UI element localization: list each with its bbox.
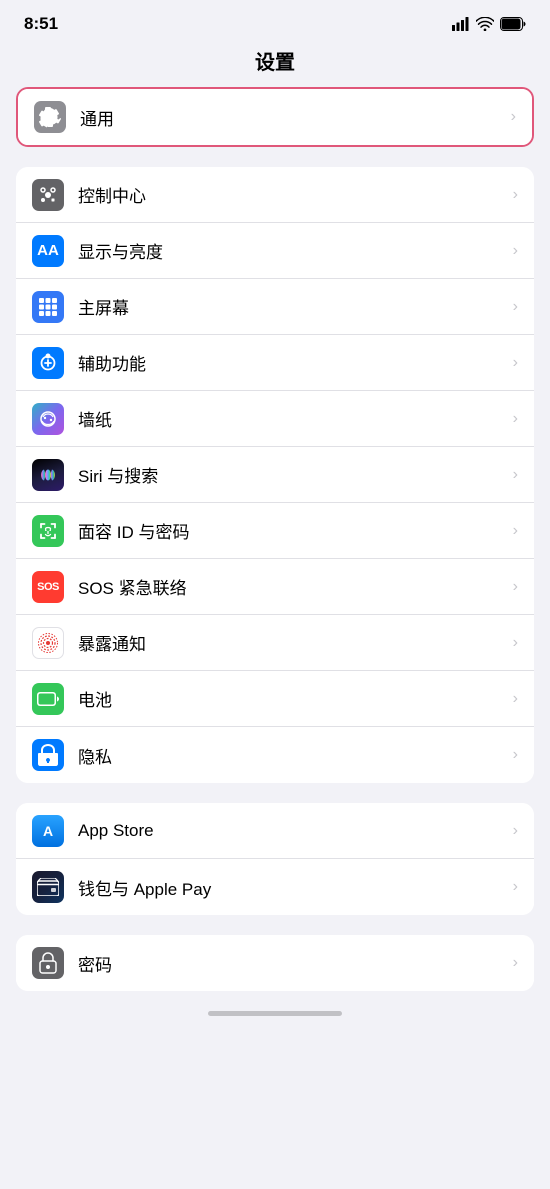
privacy-chevron: › [513, 746, 518, 764]
appstore-icon: A [32, 815, 64, 847]
home-screen-icon [32, 291, 64, 323]
appstore-label: App Store [78, 821, 505, 841]
settings-item-exposure[interactable]: 暴露通知 › [16, 615, 534, 671]
siri-label: Siri 与搜索 [78, 462, 505, 487]
control-center-chevron: › [513, 186, 518, 204]
settings-item-faceid[interactable]: 面容 ID 与密码 › [16, 503, 534, 559]
signal-icon [452, 17, 470, 31]
settings-item-appstore[interactable]: A App Store › [16, 803, 534, 859]
control-center-label: 控制中心 [78, 182, 505, 207]
general-label: 通用 [80, 105, 503, 130]
battery-label: 电池 [78, 686, 505, 711]
exposure-chevron: › [513, 634, 518, 652]
settings-item-general[interactable]: 通用 › [18, 89, 532, 145]
status-bar: 8:51 [0, 0, 550, 42]
settings-item-privacy[interactable]: 隐私 › [16, 727, 534, 783]
battery-icon-settings [32, 683, 64, 715]
settings-group-1: 控制中心 › AA 显示与亮度 › 主屏幕 › [16, 167, 534, 783]
display-label: 显示与亮度 [78, 238, 505, 263]
password-label: 密码 [78, 951, 505, 976]
page-title: 设置 [0, 42, 550, 87]
wallet-chevron: › [513, 878, 518, 896]
siri-icon [32, 459, 64, 491]
siri-chevron: › [513, 466, 518, 484]
faceid-label: 面容 ID 与密码 [78, 518, 505, 543]
privacy-label: 隐私 [78, 743, 505, 768]
settings-item-wallpaper[interactable]: 墙纸 › [16, 391, 534, 447]
password-icon [32, 947, 64, 979]
home-screen-label: 主屏幕 [78, 294, 505, 319]
battery-chevron: › [513, 690, 518, 708]
status-time: 8:51 [24, 14, 58, 34]
wallpaper-icon [32, 403, 64, 435]
accessibility-chevron: › [513, 354, 518, 372]
settings-item-control-center[interactable]: 控制中心 › [16, 167, 534, 223]
sos-chevron: › [513, 578, 518, 596]
settings-group-3: 密码 › [16, 935, 534, 991]
settings-item-home-screen[interactable]: 主屏幕 › [16, 279, 534, 335]
wallpaper-chevron: › [513, 410, 518, 428]
sos-label: SOS 紧急联络 [78, 574, 505, 599]
settings-item-wallet[interactable]: 钱包与 Apple Pay › [16, 859, 534, 915]
home-indicator [208, 1011, 342, 1016]
settings-item-accessibility[interactable]: 辅助功能 › [16, 335, 534, 391]
wallpaper-label: 墙纸 [78, 406, 505, 431]
sos-icon: SOS [32, 571, 64, 603]
control-center-icon [32, 179, 64, 211]
battery-icon [500, 17, 526, 31]
exposure-label: 暴露通知 [78, 630, 505, 655]
wallet-icon [32, 871, 64, 903]
exposure-icon [32, 627, 64, 659]
general-chevron: › [511, 108, 516, 126]
privacy-icon [32, 739, 64, 771]
faceid-chevron: › [513, 522, 518, 540]
faceid-icon [32, 515, 64, 547]
settings-item-siri[interactable]: Siri 与搜索 › [16, 447, 534, 503]
settings-item-battery[interactable]: 电池 › [16, 671, 534, 727]
display-chevron: › [513, 242, 518, 260]
status-icons [452, 17, 526, 31]
accessibility-label: 辅助功能 [78, 350, 505, 375]
wifi-icon [476, 17, 494, 31]
settings-item-sos[interactable]: SOS SOS 紧急联络 › [16, 559, 534, 615]
settings-group-2: A App Store › 钱包与 Apple Pay › [16, 803, 534, 915]
wallet-label: 钱包与 Apple Pay [78, 875, 505, 900]
highlighted-group: 通用 › [16, 87, 534, 147]
gear-icon [34, 101, 66, 133]
password-chevron: › [513, 954, 518, 972]
home-screen-chevron: › [513, 298, 518, 316]
svg-text:A: A [43, 823, 53, 839]
appstore-chevron: › [513, 822, 518, 840]
settings-item-display[interactable]: AA 显示与亮度 › [16, 223, 534, 279]
display-icon: AA [32, 235, 64, 267]
accessibility-icon [32, 347, 64, 379]
settings-item-password[interactable]: 密码 › [16, 935, 534, 991]
